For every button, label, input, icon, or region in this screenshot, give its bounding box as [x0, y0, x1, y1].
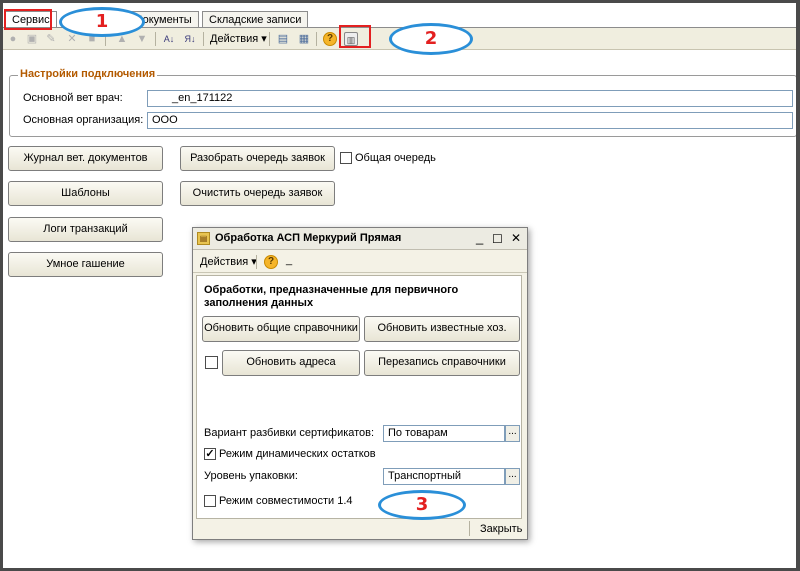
cert-split-label: Вариант разбивки сертификатов: — [204, 427, 375, 439]
organization-field[interactable]: ООО — [147, 112, 793, 129]
packing-level-field[interactable]: Транспортный — [383, 468, 505, 485]
rewrite-dictionaries-button[interactable]: Перезапись справочники — [364, 350, 520, 376]
parse-queue-button[interactable]: Разобрать очередь заявок — [180, 146, 335, 171]
add-icon[interactable]: ● — [6, 32, 20, 46]
callout-1: 1 — [59, 7, 145, 37]
update-addresses-checkbox[interactable] — [205, 356, 218, 369]
compat-mode-checkbox[interactable] — [204, 495, 216, 507]
processing-dialog: ▤ Обработка АСП Меркурий Прямая _ ☐ ✕ Де… — [192, 227, 528, 540]
vet-value: _en_171122 — [172, 92, 233, 104]
footer-separator — [469, 521, 470, 536]
common-queue-checkbox[interactable] — [340, 152, 352, 164]
organization-value: ООО — [152, 114, 178, 126]
sort-desc-icon[interactable]: Я↓ — [183, 32, 197, 46]
toolbar-separator — [269, 32, 270, 46]
main-window: Сервис Документы Складские записи ● ▣ ✎ … — [3, 3, 796, 568]
dialog-title: Обработка АСП Меркурий Прямая — [215, 232, 402, 244]
sort-asc-icon[interactable]: A↓ — [162, 32, 176, 46]
toolbar-separator — [256, 255, 257, 269]
vet-label: Основной вет врач: — [23, 92, 123, 104]
dialog-actions-menu[interactable]: Действия ▾ — [200, 255, 257, 268]
dialog-actions-label: Действия — [200, 256, 249, 268]
packing-level-value: Транспортный — [388, 470, 462, 482]
templates-button[interactable]: Шаблоны — [8, 181, 163, 206]
move-down-icon[interactable]: ▼ — [135, 32, 149, 46]
dynamic-stock-checkbox[interactable]: ✓ — [204, 448, 216, 460]
update-known-entities-button[interactable]: Обновить известные хоз. — [364, 316, 520, 342]
dynamic-stock-label: Режим динамических остатков — [219, 448, 376, 460]
processing-icon: ▤ — [197, 232, 210, 245]
cert-split-select-button[interactable]: ... — [505, 425, 520, 442]
actions-menu[interactable]: Действия ▾ — [210, 32, 267, 45]
dialog-body: Обработки, предназначенные для первичног… — [196, 275, 522, 519]
dialog-heading: Обработки, предназначенные для первичног… — [204, 284, 459, 309]
help-icon[interactable]: ? — [264, 255, 278, 269]
common-queue-label: Общая очередь — [355, 152, 436, 164]
chevron-down-icon: ▾ — [261, 33, 267, 45]
dialog-close-button[interactable]: Закрыть — [480, 523, 522, 535]
document-export-icon[interactable]: ▦ — [297, 32, 311, 46]
vet-field[interactable]: _en_171122 — [147, 90, 793, 107]
highlight-box-service-tab — [4, 9, 52, 30]
vet-documents-journal-button[interactable]: Журнал вет. документов — [8, 146, 163, 171]
dialog-title-bar: ▤ Обработка АСП Меркурий Прямая _ ☐ ✕ — [193, 228, 527, 250]
close-icon[interactable]: ✕ — [511, 231, 521, 245]
document-icon[interactable]: ▤ — [276, 32, 290, 46]
dialog-underscore: _ — [286, 254, 293, 266]
smart-cancel-button[interactable]: Умное гашение — [8, 252, 163, 277]
dialog-footer: Закрыть — [193, 519, 527, 539]
edit-icon[interactable]: ✎ — [44, 32, 58, 46]
update-addresses-button[interactable]: Обновить адреса — [222, 350, 360, 376]
connection-settings-title: Настройки подключения — [18, 68, 158, 80]
callout-3: 3 — [378, 490, 466, 520]
minimize-icon[interactable]: _ — [476, 230, 483, 245]
connection-settings-group: Настройки подключения Основной вет врач:… — [9, 68, 796, 137]
organization-label: Основная организация: — [23, 114, 144, 126]
cert-split-value: По товарам — [388, 427, 448, 439]
update-common-dictionaries-button[interactable]: Обновить общие справочники — [202, 316, 360, 342]
clear-queue-button[interactable]: Очистить очередь заявок — [180, 181, 335, 206]
highlight-box-toolbar-button — [339, 25, 371, 48]
actions-label: Действия — [210, 33, 259, 45]
dialog-toolbar: Действия ▾ ? _ — [193, 251, 527, 273]
cert-split-field[interactable]: По товарам — [383, 425, 505, 442]
packing-level-select-button[interactable]: ... — [505, 468, 520, 485]
callout-2: 2 — [389, 23, 473, 55]
compat-mode-label: Режим совместимости 1.4 — [219, 495, 353, 507]
maximize-icon[interactable]: ☐ — [492, 232, 503, 246]
transaction-logs-button[interactable]: Логи транзакций — [8, 217, 163, 242]
toolbar-separator — [155, 32, 156, 46]
help-icon[interactable]: ? — [323, 32, 337, 46]
copy-icon[interactable]: ▣ — [25, 32, 39, 46]
toolbar-separator — [316, 32, 317, 46]
packing-level-label: Уровень упаковки: — [204, 470, 298, 482]
toolbar-separator — [203, 32, 204, 46]
